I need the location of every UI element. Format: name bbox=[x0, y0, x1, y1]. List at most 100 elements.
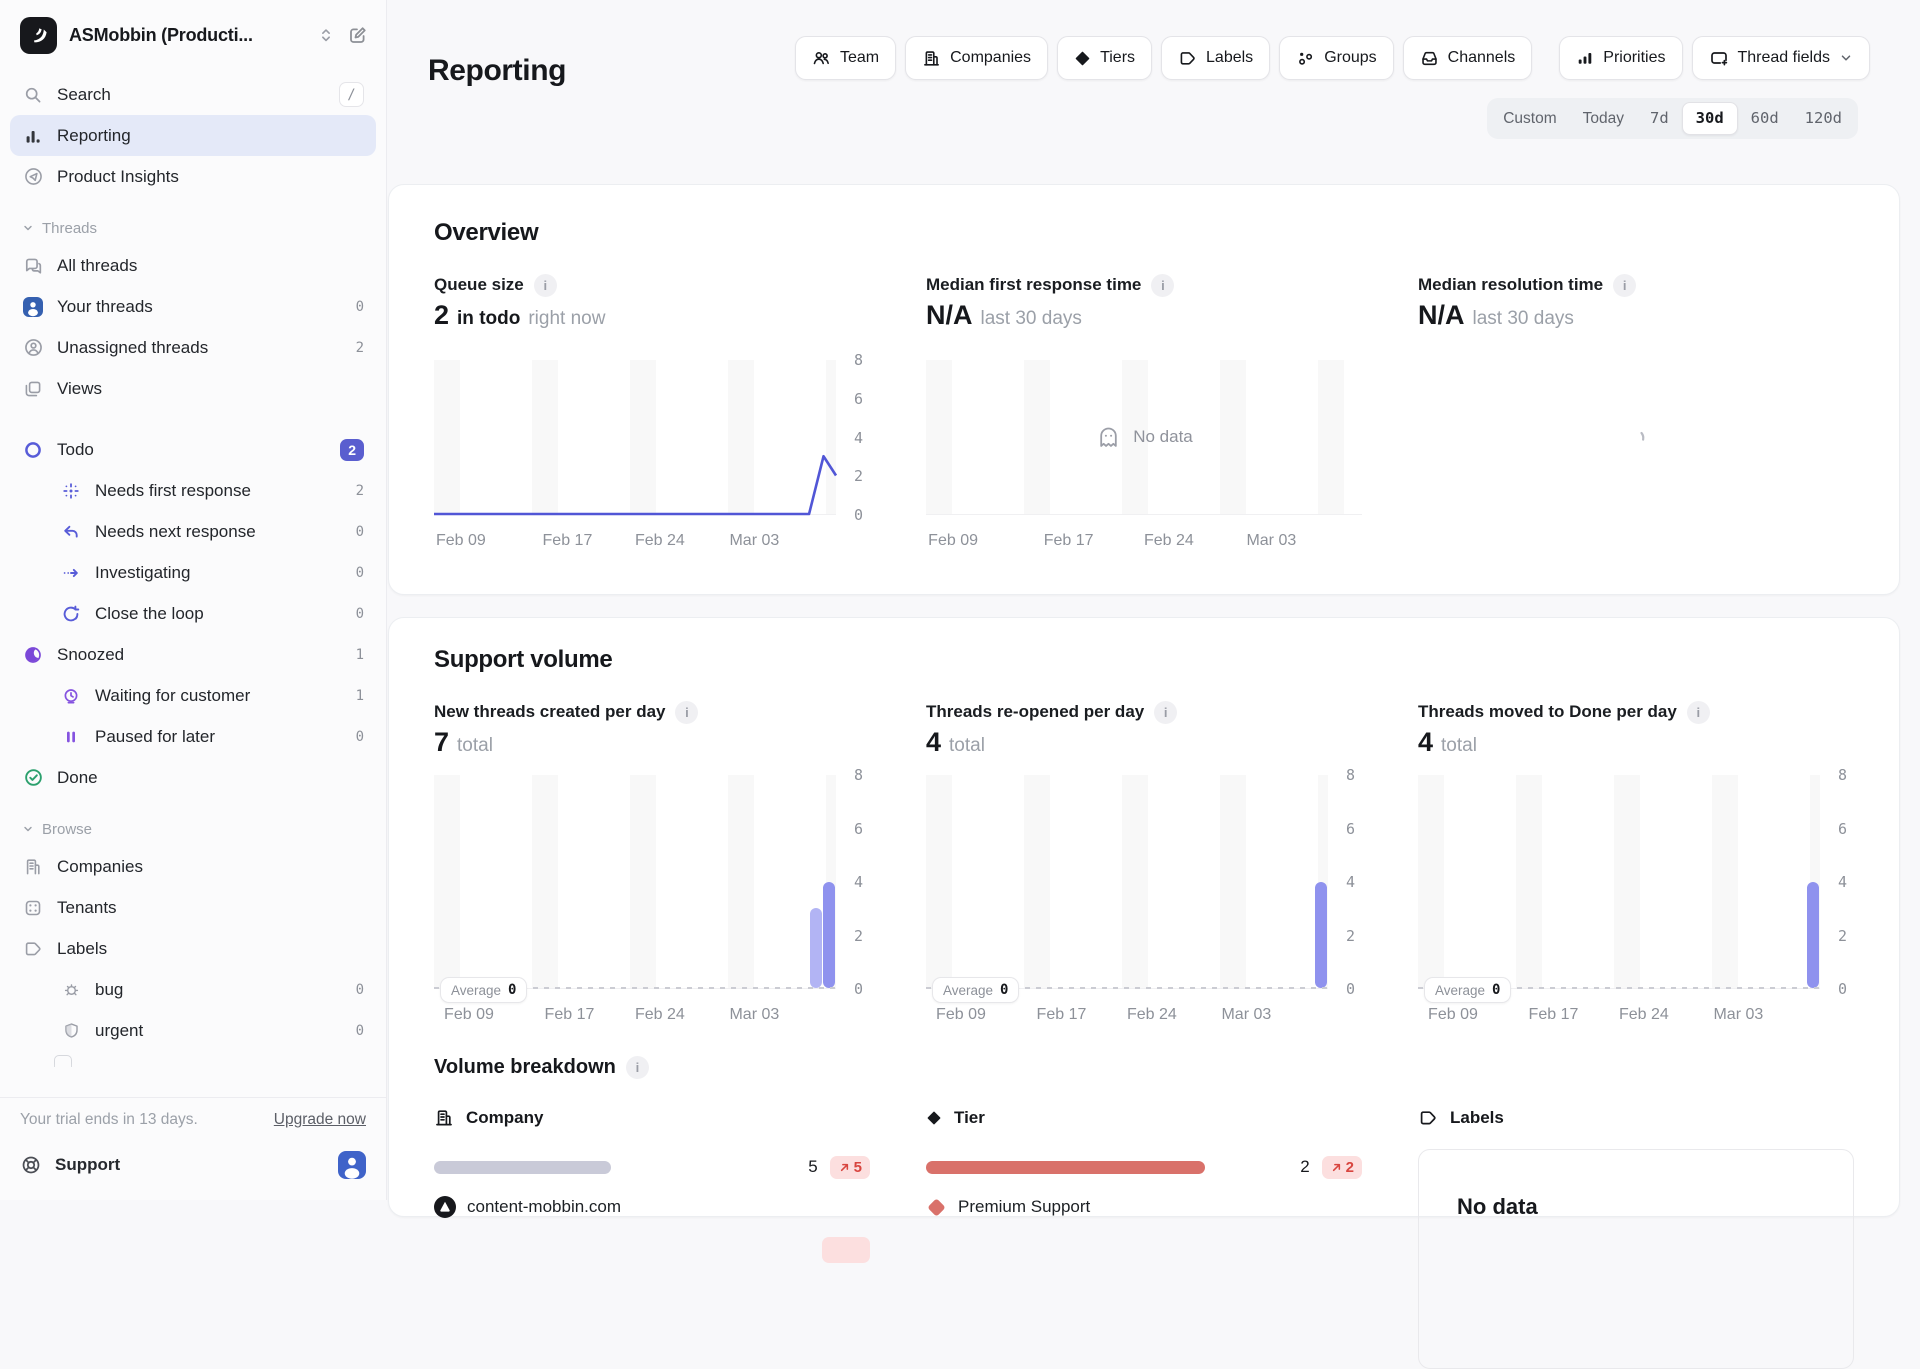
team-button[interactable]: Team bbox=[795, 36, 896, 80]
reopened-threads-chart: Average086420Feb 09Feb 17Feb 24Mar 03 bbox=[926, 775, 1362, 1026]
info-icon[interactable]: i bbox=[1154, 701, 1177, 724]
sidebar-item-unassigned-threads[interactable]: Unassigned threads 2 bbox=[10, 327, 376, 368]
median-first-response-metric: Median first response time i N/A last 30… bbox=[926, 273, 1362, 552]
company-value: 5 bbox=[808, 1157, 817, 1177]
sidebar-item-search[interactable]: Search / bbox=[10, 74, 376, 115]
sidebar-item-reporting[interactable]: Reporting bbox=[10, 115, 376, 156]
info-icon[interactable]: i bbox=[1687, 701, 1710, 724]
tiers-button[interactable]: Tiers bbox=[1057, 36, 1152, 80]
info-icon[interactable]: i bbox=[1151, 274, 1174, 297]
pause-icon bbox=[60, 727, 82, 747]
item-count: 0 bbox=[356, 1023, 364, 1039]
date-range-selector: Custom Today 7d 30d 60d 120d bbox=[1487, 98, 1858, 139]
item-count: 2 bbox=[356, 340, 364, 356]
section-header-browse[interactable]: Browse bbox=[10, 812, 376, 846]
labels-empty-state: No data bbox=[1418, 1149, 1854, 1369]
upgrade-link[interactable]: Upgrade now bbox=[274, 1111, 366, 1129]
sidebar-item-todo[interactable]: Todo 2 bbox=[10, 429, 376, 470]
thread-fields-icon bbox=[1709, 48, 1729, 68]
ghost-icon bbox=[1095, 424, 1122, 451]
tier-row[interactable]: 2 2 bbox=[926, 1153, 1362, 1181]
median-resolution-chart bbox=[1418, 360, 1854, 552]
sidebar-item-snoozed[interactable]: Snoozed 1 bbox=[10, 634, 376, 675]
range-today[interactable]: Today bbox=[1570, 102, 1637, 135]
building-icon bbox=[922, 49, 941, 68]
support-label[interactable]: Support bbox=[55, 1155, 325, 1175]
info-icon[interactable]: i bbox=[675, 701, 698, 724]
sidebar-item-label-bug[interactable]: bug 0 bbox=[10, 969, 376, 1010]
sidebar-item-product-insights[interactable]: Product Insights bbox=[10, 156, 376, 197]
company-item[interactable]: content-mobbin.com bbox=[434, 1194, 870, 1220]
compose-icon[interactable] bbox=[347, 25, 368, 46]
bar-chart-icon bbox=[22, 126, 44, 146]
main-content: Reporting Team Companies Tiers Labels Gr… bbox=[387, 0, 1920, 1200]
workspace-name: ASMobbin (Producti... bbox=[69, 25, 305, 46]
range-120d[interactable]: 120d bbox=[1792, 102, 1855, 135]
inbox-icon bbox=[1420, 49, 1439, 68]
groups-button[interactable]: Groups bbox=[1279, 36, 1393, 80]
tier-item[interactable]: Premium Support bbox=[926, 1194, 1362, 1220]
sidebar: ASMobbin (Producti... Search / Reporting bbox=[0, 0, 387, 1200]
item-count: 0 bbox=[356, 982, 364, 998]
tier-value: 2 bbox=[1300, 1157, 1309, 1177]
sidebar-item-clipped bbox=[10, 1055, 376, 1067]
sidebar-item-your-threads[interactable]: Your threads 0 bbox=[10, 286, 376, 327]
sidebar-item-tenants[interactable]: Tenants bbox=[10, 887, 376, 928]
company-bar bbox=[434, 1161, 611, 1174]
sidebar-item-views[interactable]: Views bbox=[10, 368, 376, 409]
queue-size-chart: 86420Feb 09Feb 17Feb 24Mar 03 bbox=[434, 360, 870, 552]
section-header-threads[interactable]: Threads bbox=[10, 211, 376, 245]
info-icon[interactable]: i bbox=[1613, 274, 1636, 297]
user-avatar[interactable] bbox=[338, 1151, 366, 1179]
reopened-threads-metric: Threads re-opened per day i 4 total Aver… bbox=[926, 700, 1362, 1026]
overview-card: Overview Queue size i 2 in todo right no… bbox=[388, 184, 1900, 595]
building-icon bbox=[22, 857, 44, 877]
info-icon[interactable]: i bbox=[626, 1056, 649, 1079]
median-resolution-metric: Median resolution time i N/A last 30 day… bbox=[1418, 273, 1854, 552]
range-60d[interactable]: 60d bbox=[1738, 102, 1792, 135]
range-30d[interactable]: 30d bbox=[1682, 102, 1738, 135]
chevron-updown-icon[interactable] bbox=[317, 26, 335, 44]
median-first-value: N/A bbox=[926, 300, 973, 331]
sidebar-item-companies[interactable]: Companies bbox=[10, 846, 376, 887]
chevron-down-icon bbox=[1839, 51, 1853, 65]
item-count: 1 bbox=[356, 647, 364, 663]
range-custom[interactable]: Custom bbox=[1490, 102, 1569, 135]
info-icon[interactable]: i bbox=[534, 274, 557, 297]
priorities-icon bbox=[1576, 49, 1594, 67]
company-favicon bbox=[434, 1196, 456, 1218]
companies-button[interactable]: Companies bbox=[905, 36, 1048, 80]
tag-icon bbox=[1418, 1108, 1438, 1128]
range-7d[interactable]: 7d bbox=[1637, 102, 1682, 135]
sidebar-nav: Search / Reporting Product Insights Thre… bbox=[0, 56, 386, 1097]
sidebar-item-needs-first-response[interactable]: Needs first response 2 bbox=[10, 470, 376, 511]
sidebar-item-all-threads[interactable]: All threads bbox=[10, 245, 376, 286]
sidebar-item-investigating[interactable]: Investigating 0 bbox=[10, 552, 376, 593]
company-row[interactable]: 5 5 bbox=[434, 1153, 870, 1181]
dotted-arrow-icon bbox=[60, 563, 82, 583]
sidebar-item-done[interactable]: Done bbox=[10, 757, 376, 798]
priorities-button[interactable]: Priorities bbox=[1559, 36, 1682, 80]
bug-icon bbox=[60, 980, 82, 999]
loading-spinner-icon bbox=[1624, 426, 1648, 450]
labels-button[interactable]: Labels bbox=[1161, 36, 1270, 80]
queue-size-value: 2 bbox=[434, 300, 449, 331]
new-threads-total: 7 bbox=[434, 727, 449, 758]
building-icon bbox=[434, 1108, 454, 1128]
queue-size-metric: Queue size i 2 in todo right now 86420Fe… bbox=[434, 273, 870, 552]
check-circle-icon bbox=[22, 767, 44, 788]
channels-button[interactable]: Channels bbox=[1403, 36, 1533, 80]
workspace-switcher[interactable]: ASMobbin (Producti... bbox=[0, 0, 386, 56]
team-icon bbox=[812, 49, 831, 68]
sidebar-item-label-urgent[interactable]: urgent 0 bbox=[10, 1010, 376, 1051]
thread-fields-button[interactable]: Thread fields bbox=[1692, 36, 1871, 80]
sidebar-fade bbox=[0, 1063, 386, 1097]
sidebar-item-needs-next-response[interactable]: Needs next response 0 bbox=[10, 511, 376, 552]
sidebar-item-close-the-loop[interactable]: Close the loop 0 bbox=[10, 593, 376, 634]
sidebar-item-paused-for-later[interactable]: Paused for later 0 bbox=[10, 716, 376, 757]
sidebar-item-waiting-for-customer[interactable]: Waiting for customer 1 bbox=[10, 675, 376, 716]
waiting-clock-icon bbox=[60, 686, 82, 706]
sidebar-item-labels[interactable]: Labels bbox=[10, 928, 376, 969]
item-count: 1 bbox=[356, 688, 364, 704]
company-row-clipped bbox=[434, 1237, 870, 1263]
